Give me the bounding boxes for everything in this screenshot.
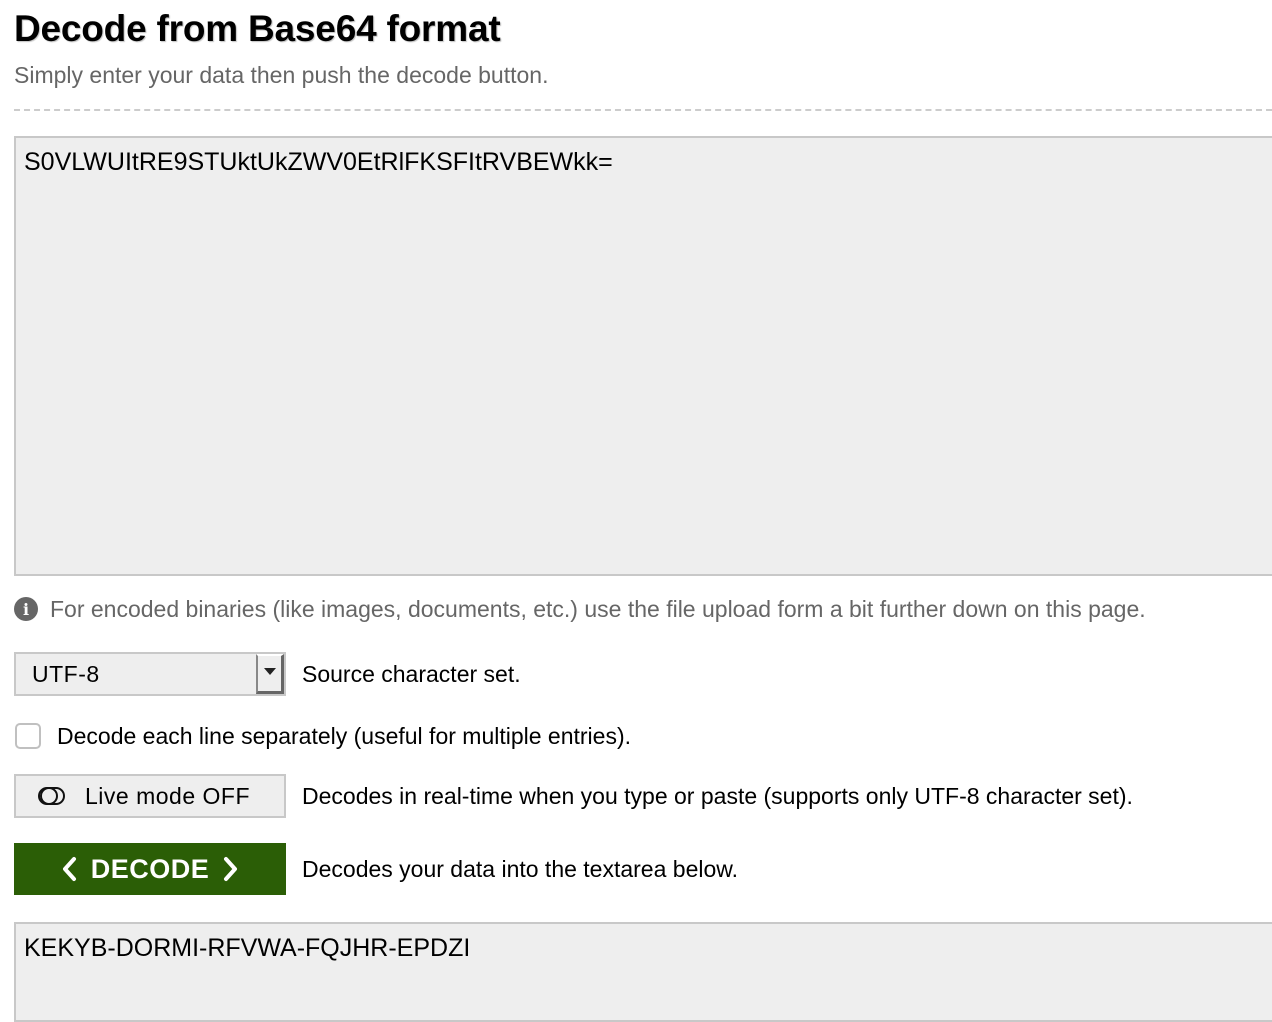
charset-row: UTF-8 Source character set. xyxy=(14,652,521,696)
page-subtitle: Simply enter your data then push the dec… xyxy=(14,62,549,88)
line-separately-checkbox[interactable] xyxy=(15,723,41,749)
toggle-off-icon xyxy=(38,786,65,805)
charset-select[interactable]: UTF-8 xyxy=(14,652,286,696)
binary-info-note: i For encoded binaries (like images, doc… xyxy=(14,594,1146,624)
line-separately-label[interactable]: Decode each line separately (useful for … xyxy=(57,723,631,750)
live-mode-button[interactable]: Live mode OFF xyxy=(14,774,286,818)
decoded-output-textarea[interactable]: KEKYB-DORMI-RFVWA-FQJHR-EPDZI xyxy=(14,922,1272,1022)
info-icon: i xyxy=(14,597,38,621)
charset-label: Source character set. xyxy=(302,660,521,687)
charset-selected-value: UTF-8 xyxy=(32,660,100,687)
encoded-input-textarea[interactable]: S0VLWUItRE9STUktUkZWV0EtRlFKSFItRVBEWkk= xyxy=(14,136,1272,576)
divider xyxy=(14,109,1272,111)
chevron-right-icon xyxy=(224,857,238,881)
decode-button-label: DECODE xyxy=(90,853,210,884)
live-mode-row: Live mode OFF Decodes in real-time when … xyxy=(14,774,1133,818)
decode-description: Decodes your data into the textarea belo… xyxy=(302,855,739,882)
line-separately-row: Decode each line separately (useful for … xyxy=(14,720,631,752)
chevron-down-icon[interactable] xyxy=(256,654,284,694)
decode-row: DECODE Decodes your data into the textar… xyxy=(14,843,738,895)
decode-button[interactable]: DECODE xyxy=(14,843,286,895)
page-title: Decode from Base64 format xyxy=(14,8,501,49)
info-text: For encoded binaries (like images, docum… xyxy=(50,595,1146,622)
live-mode-label: Live mode OFF xyxy=(85,782,250,809)
live-mode-description: Decodes in real-time when you type or pa… xyxy=(302,782,1133,809)
chevron-left-icon xyxy=(62,857,76,881)
